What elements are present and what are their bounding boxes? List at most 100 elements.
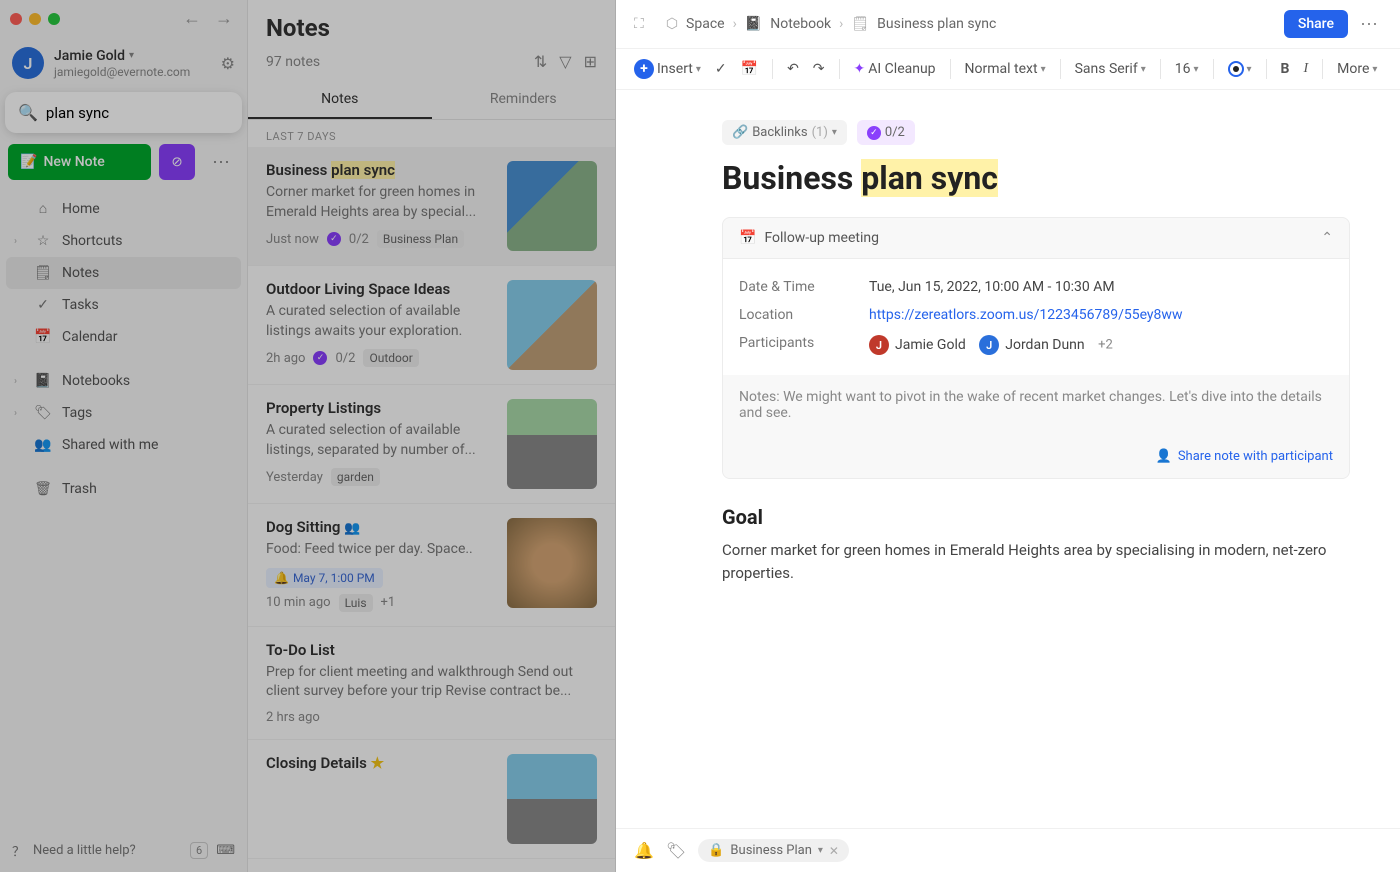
note-item[interactable]: Closing Details ★ bbox=[248, 740, 615, 859]
style-label: Normal text bbox=[965, 61, 1038, 77]
font-select[interactable]: Sans Serif▾ bbox=[1071, 59, 1150, 79]
space-icon: ⬡ bbox=[666, 16, 678, 32]
help-link[interactable]: Need a little help? bbox=[33, 843, 136, 858]
tag-chip[interactable]: 🔒 Business Plan ▾ ✕ bbox=[698, 839, 849, 862]
note-item[interactable]: Business plan sync Corner market for gre… bbox=[248, 147, 615, 266]
goal-text[interactable]: Corner market for green homes in Emerald… bbox=[722, 539, 1350, 584]
reminder-add-icon[interactable]: 🔔 bbox=[634, 841, 654, 860]
note-item[interactable]: To-Do List Prep for client meeting and w… bbox=[248, 627, 615, 740]
search-input[interactable] bbox=[46, 104, 245, 122]
account-switcher[interactable]: J Jamie Gold ▾ jamiegold@evernote.com ⚙ bbox=[0, 37, 247, 89]
redo-icon[interactable]: ↷ bbox=[809, 59, 829, 79]
tag-add-icon[interactable]: 🏷 bbox=[666, 841, 686, 860]
breadcrumb-notebook[interactable]: Notebook bbox=[770, 16, 831, 32]
participant-chip[interactable]: JJamie Gold bbox=[869, 335, 966, 355]
ai-cleanup-button[interactable]: ✦ AI Cleanup bbox=[850, 59, 940, 79]
note-excerpt: A curated selection of available listing… bbox=[266, 302, 495, 341]
note-thumbnail bbox=[507, 754, 597, 844]
note-excerpt: Prep for client meeting and walkthrough … bbox=[266, 663, 597, 702]
note-item[interactable]: Property Listings A curated selection of… bbox=[248, 385, 615, 504]
tab-reminders[interactable]: Reminders bbox=[432, 81, 616, 119]
undo-icon[interactable]: ↶ bbox=[783, 59, 803, 79]
close-window-button[interactable] bbox=[10, 13, 22, 25]
nav-forward-icon[interactable]: → bbox=[211, 6, 237, 31]
nav-tags[interactable]: ›🏷Tags bbox=[0, 397, 247, 429]
note-icon: 🗒 bbox=[34, 265, 52, 281]
star-icon: ★ bbox=[371, 754, 384, 772]
nav-shortcuts[interactable]: ›☆Shortcuts bbox=[0, 225, 247, 257]
document-title[interactable]: Business plan sync bbox=[722, 159, 1350, 197]
font-label: Sans Serif bbox=[1075, 61, 1138, 77]
goal-heading[interactable]: Goal bbox=[722, 505, 1350, 529]
calendar-icon[interactable]: 📅 bbox=[737, 59, 762, 79]
nav-label: Trash bbox=[62, 481, 97, 497]
ai-note-button[interactable]: ⊘ bbox=[159, 144, 195, 180]
task-icon[interactable]: ✓ bbox=[711, 59, 731, 79]
nav-trash[interactable]: 🗑Trash bbox=[0, 473, 247, 505]
new-note-button[interactable]: 📝 New Note bbox=[8, 144, 151, 180]
backlinks-label: Backlinks bbox=[752, 125, 807, 140]
task-progress-pill[interactable]: ✓ 0/2 bbox=[857, 120, 915, 145]
keyboard-badge: 6 bbox=[190, 842, 208, 859]
editor-panel: ⛶ ⬡ Space › 📓 Notebook › 🗒 Business plan… bbox=[616, 0, 1400, 872]
task-count: 0/2 bbox=[335, 351, 355, 366]
breadcrumb-note[interactable]: Business plan sync bbox=[877, 16, 996, 32]
view-icon[interactable]: ⊞ bbox=[584, 52, 597, 71]
participant-chip[interactable]: JJordan Dunn bbox=[979, 335, 1084, 355]
remove-tag-icon[interactable]: ✕ bbox=[829, 844, 839, 858]
nav-notes[interactable]: 🗒Notes bbox=[6, 257, 241, 289]
new-note-label: New Note bbox=[43, 154, 104, 170]
note-title: Closing Details bbox=[266, 754, 367, 772]
tab-notes[interactable]: Notes bbox=[248, 81, 432, 119]
plus-icon: + bbox=[634, 59, 654, 79]
italic-button[interactable]: I bbox=[1299, 59, 1312, 79]
breadcrumb-space[interactable]: Space bbox=[686, 16, 725, 32]
note-icon: 🗒 bbox=[851, 16, 869, 32]
breadcrumb: ⛶ ⬡ Space › 📓 Notebook › 🗒 Business plan… bbox=[616, 0, 1400, 49]
note-item[interactable]: Dog Sitting 👥 Food: Feed twice per day. … bbox=[248, 504, 615, 627]
nav-back-icon[interactable]: ← bbox=[179, 6, 205, 31]
bold-button[interactable]: B bbox=[1277, 59, 1294, 79]
note-item[interactable]: Outdoor Living Space Ideas A curated sel… bbox=[248, 266, 615, 385]
note-tag: garden bbox=[331, 468, 380, 486]
star-icon: ☆ bbox=[34, 233, 52, 249]
minimize-window-button[interactable] bbox=[29, 13, 41, 25]
note-title-pre: Business bbox=[266, 161, 331, 179]
filter-icon[interactable]: ▽ bbox=[559, 52, 571, 71]
more-icon[interactable]: ⋯ bbox=[1356, 14, 1382, 35]
note-tag: Outdoor bbox=[363, 349, 418, 367]
sparkle-icon: ✦ bbox=[854, 61, 866, 77]
chevron-up-icon: ⌃ bbox=[1321, 230, 1333, 246]
share-participant-link[interactable]: 👤 Share note with participant bbox=[723, 435, 1349, 478]
new-note-icon: 📝 bbox=[20, 154, 37, 170]
location-link[interactable]: https://zereatlors.zoom.us/1223456789/55… bbox=[869, 307, 1182, 323]
card-header[interactable]: 📅 Follow-up meeting ⌃ bbox=[723, 218, 1349, 259]
datetime-value: Tue, Jun 15, 2022, 10:00 AM - 10:30 AM bbox=[869, 279, 1115, 295]
more-label: More bbox=[1337, 61, 1369, 77]
keyboard-icon[interactable]: ⌨ bbox=[216, 843, 235, 858]
note-title-highlight: plan sync bbox=[331, 161, 395, 179]
sparkle-icon: ⊘ bbox=[171, 155, 182, 170]
note-time: Yesterday bbox=[266, 470, 323, 485]
nav-tasks[interactable]: ✓Tasks bbox=[0, 289, 247, 321]
color-picker[interactable]: ▾ bbox=[1224, 59, 1256, 79]
expand-icon[interactable]: ⛶ bbox=[634, 16, 644, 32]
zoom-window-button[interactable] bbox=[48, 13, 60, 25]
nav-shared[interactable]: 👥Shared with me bbox=[0, 429, 247, 461]
paragraph-style-select[interactable]: Normal text▾ bbox=[961, 59, 1050, 79]
nav-home[interactable]: ⌂Home bbox=[0, 192, 247, 225]
settings-icon[interactable]: ⚙ bbox=[221, 54, 235, 73]
backlinks-pill[interactable]: 🔗 Backlinks (1) ▾ bbox=[722, 120, 847, 145]
font-size-select[interactable]: 16▾ bbox=[1171, 59, 1203, 79]
sort-icon[interactable]: ⇅ bbox=[534, 52, 547, 71]
share-button[interactable]: Share bbox=[1284, 10, 1348, 38]
participants-more[interactable]: +2 bbox=[1098, 338, 1113, 353]
nav-notebooks[interactable]: ›📓Notebooks bbox=[0, 365, 247, 397]
more-count: +1 bbox=[381, 595, 396, 610]
people-icon: 👥 bbox=[34, 437, 52, 453]
insert-button[interactable]: + Insert ▾ bbox=[630, 57, 705, 81]
more-formatting-button[interactable]: More▾ bbox=[1333, 59, 1381, 79]
note-time: Just now bbox=[266, 232, 319, 247]
nav-calendar[interactable]: 📅Calendar bbox=[0, 321, 247, 353]
more-button[interactable]: ⋯ bbox=[203, 144, 239, 180]
